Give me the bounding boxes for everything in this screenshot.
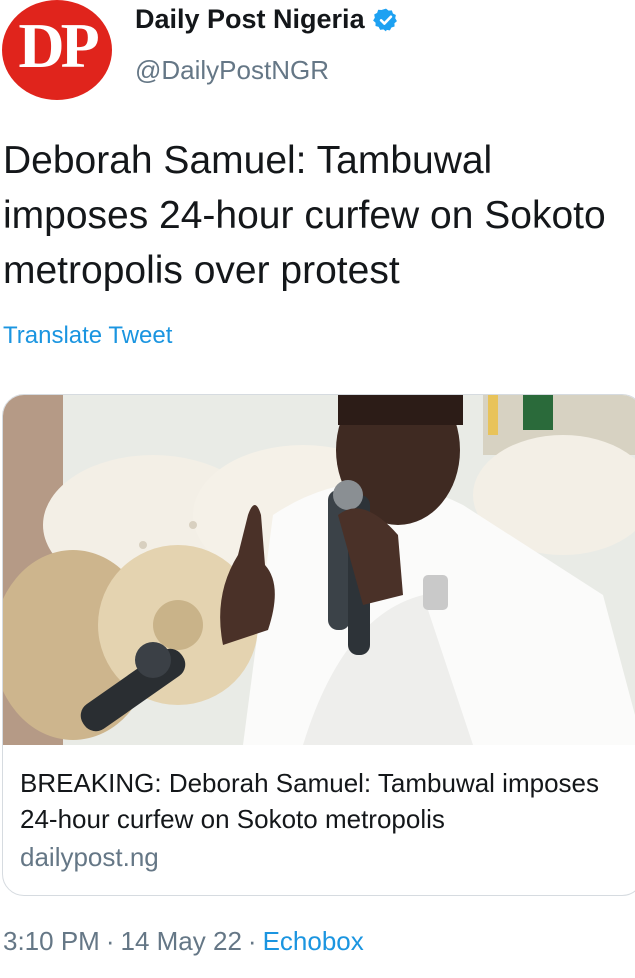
tweet-time[interactable]: 3:10 PM (3, 926, 100, 956)
author-name-row: Daily Post Nigeria (135, 4, 399, 35)
card-meta: BREAKING: Deborah Samuel: Tambuwal impos… (20, 765, 635, 875)
footer-separator: · (105, 926, 115, 956)
card-title: BREAKING: Deborah Samuel: Tambuwal impos… (20, 768, 599, 834)
link-card[interactable]: BREAKING: Deborah Samuel: Tambuwal impos… (2, 394, 635, 896)
translate-tweet-link[interactable]: Translate Tweet (3, 322, 172, 350)
card-domain: dailypost.ng (20, 842, 159, 872)
display-name[interactable]: Daily Post Nigeria (135, 4, 365, 35)
card-image (3, 395, 635, 745)
tweet-footer: 3:10 PM · 14 May 22 · Echobox (3, 926, 364, 957)
author-handle[interactable]: @DailyPostNGR (135, 55, 329, 86)
tweet-date[interactable]: 14 May 22 (121, 926, 242, 956)
verified-badge-icon (372, 8, 397, 31)
tweet-source-link[interactable]: Echobox (263, 926, 364, 956)
tweet-text: Deborah Samuel: Tambuwal imposes 24-hour… (3, 139, 606, 292)
avatar-logo-text: DP (18, 10, 99, 81)
footer-separator: · (247, 926, 257, 956)
card-photo-illustration (3, 395, 635, 745)
avatar[interactable]: DP (2, 0, 112, 100)
